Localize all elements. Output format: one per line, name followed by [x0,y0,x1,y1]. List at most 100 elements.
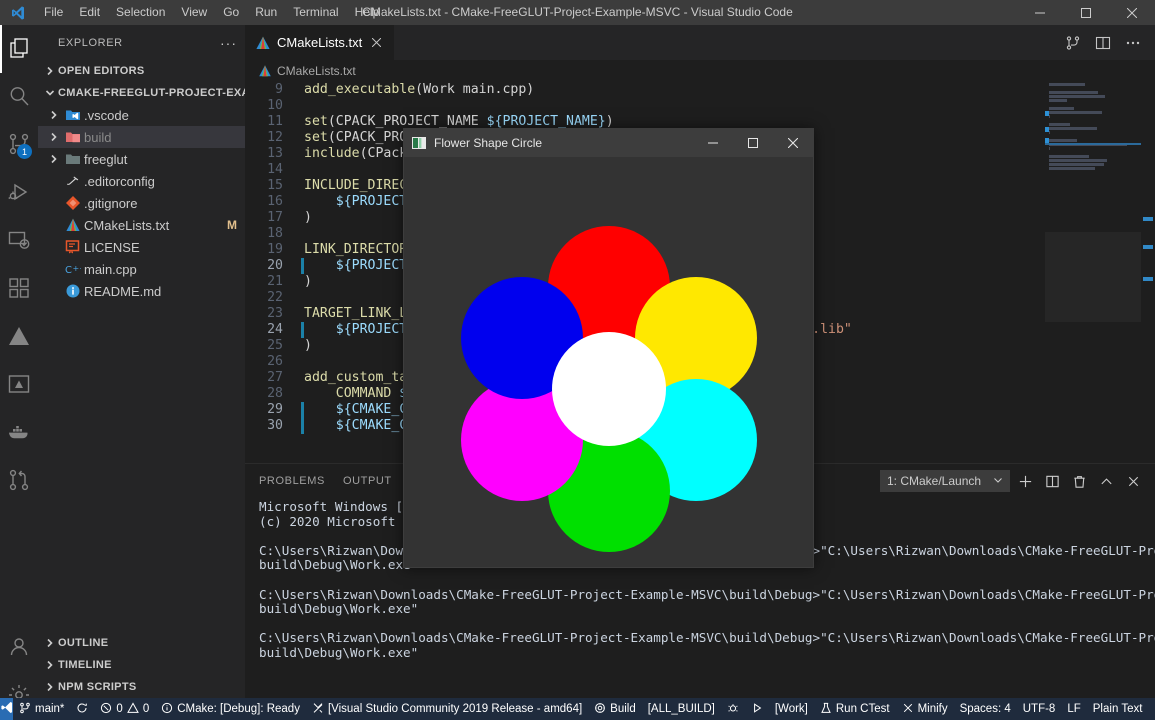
chevron-right-icon[interactable] [46,107,62,123]
tree-item-readme[interactable]: README.md [38,280,245,302]
project-root-label: CMAKE-FREEGLUT-PROJECT-EXAMPLE-MSVC [58,87,245,99]
status-branch[interactable]: main* [13,698,70,720]
tab-close-button[interactable] [368,35,384,51]
status-cmake-debug[interactable] [721,698,745,720]
remote-window-indicator[interactable] [0,698,13,720]
window-minimize-button[interactable] [1017,0,1063,25]
editorconfig-icon [62,173,84,189]
activity-item-explorer[interactable] [0,25,38,73]
split-editor-icon[interactable] [1089,29,1117,57]
chevron-right-icon[interactable] [46,129,62,145]
menu-terminal[interactable]: Terminal [285,0,346,25]
flower-shape-window[interactable]: Flower Shape Circle [403,128,814,568]
line-change-marker [301,98,304,114]
activity-item-accounts[interactable] [0,624,38,672]
status-run-ctest[interactable]: Run CTest [814,698,896,720]
status-cmake-build[interactable]: Build [588,698,642,720]
tree-item-vscode[interactable]: .vscode [38,104,245,126]
panel-tab-problems[interactable]: PROBLEMS [259,464,325,499]
flower-canvas[interactable] [404,157,813,567]
sidebar-more-actions[interactable]: ··· [220,35,237,51]
chevron-right-icon[interactable] [46,151,62,167]
tree-item-cmakelists[interactable]: CMakeLists.txt M [38,214,245,236]
line-number: 28 [245,386,301,402]
menu-bar[interactable]: File Edit Selection View Go Run Terminal… [36,0,387,25]
activity-item-test-explorer[interactable] [0,361,38,409]
panel-tab-output[interactable]: OUTPUT [343,464,392,499]
svg-text:++: ++ [73,264,82,273]
tab-cmakelists[interactable]: CMakeLists.txt [245,25,395,60]
activity-item-extensions[interactable] [0,265,38,313]
activity-item-remote-explorer[interactable] [0,217,38,265]
status-cmake-kit[interactable]: [Visual Studio Community 2019 Release - … [306,698,588,720]
split-terminal-button[interactable] [1040,469,1064,493]
window-close-button[interactable] [1109,0,1155,25]
status-launch-target[interactable]: [Work] [769,698,814,720]
info-icon [161,702,173,717]
status-go-live[interactable]: Go Live [1148,698,1155,720]
minimap-slider[interactable] [1045,232,1141,322]
minimap-line [1049,127,1097,130]
tree-item-license[interactable]: LICENSE [38,236,245,258]
tree-item-build[interactable]: build [38,126,245,148]
terminal-selector[interactable]: 1: CMake/Launch [880,470,1010,492]
menu-view[interactable]: View [173,0,215,25]
menu-run[interactable]: Run [247,0,285,25]
flower-window-controls [693,129,813,157]
activity-item-github-pull-requests[interactable] [0,457,38,505]
ellipsis-icon[interactable] [1119,29,1147,57]
window-maximize-button[interactable] [1063,0,1109,25]
activity-bar: 1 [0,25,38,720]
status-indentation[interactable]: Spaces: 4 [954,698,1017,720]
flower-close-button[interactable] [773,129,813,157]
kill-terminal-button[interactable] [1067,469,1091,493]
close-panel-button[interactable] [1121,469,1145,493]
activity-item-cmake-tools[interactable] [0,313,38,361]
remote-explorer-icon [7,228,31,255]
status-errors-warnings[interactable]: 0 0 [94,698,155,720]
status-language-mode[interactable]: Plain Text [1087,698,1149,720]
activity-item-run-and-debug[interactable] [0,169,38,217]
flower-maximize-button[interactable] [733,129,773,157]
menu-selection[interactable]: Selection [108,0,173,25]
tree-item-gitignore[interactable]: .gitignore [38,192,245,214]
menu-help[interactable]: Help [347,0,388,25]
sidebar-section-npm-scripts[interactable]: NPM SCRIPTS [38,676,245,698]
menu-file[interactable]: File [36,0,71,25]
status-minify[interactable]: Minify [896,698,954,720]
chevron-down-icon [993,474,1003,488]
open-editors-label: OPEN EDITORS [58,65,145,77]
sidebar-section-timeline[interactable]: TIMELINE [38,654,245,676]
source-control-icon [19,702,31,717]
sidebar-section-open-editors[interactable]: OPEN EDITORS [38,60,245,82]
menu-go[interactable]: Go [215,0,247,25]
license-icon [62,239,84,255]
minimap-line [1049,115,1050,118]
new-terminal-button[interactable] [1013,469,1037,493]
activity-item-search[interactable] [0,73,38,121]
breadcrumb[interactable]: CMakeLists.txt [245,60,1155,82]
sidebar-section-project-root[interactable]: CMAKE-FREEGLUT-PROJECT-EXAMPLE-MSVC [38,82,245,104]
status-cmake-state[interactable]: CMake: [Debug]: Ready [155,698,306,720]
status-eol[interactable]: LF [1061,698,1086,720]
menu-edit[interactable]: Edit [71,0,108,25]
status-encoding[interactable]: UTF-8 [1017,698,1062,720]
chevron-right-icon [42,635,58,651]
status-errors-count: 0 [116,703,122,715]
tree-item-freeglut[interactable]: freeglut [38,148,245,170]
activity-item-source-control[interactable]: 1 [0,121,38,169]
flower-minimize-button[interactable] [693,129,733,157]
sidebar-section-outline[interactable]: OUTLINE [38,632,245,654]
tree-item-editorconfig[interactable]: .editorconfig [38,170,245,192]
status-cmake-launch[interactable] [745,698,769,720]
status-encoding-label: UTF-8 [1023,703,1056,715]
status-sync[interactable] [70,698,94,720]
flower-window-title-bar[interactable]: Flower Shape Circle [404,129,813,157]
activity-item-docker[interactable] [0,409,38,457]
status-cmake-target[interactable]: [ALL_BUILD] [642,698,721,720]
editor-minimap[interactable] [1045,82,1141,463]
maximize-panel-button[interactable] [1094,469,1118,493]
run-task-icon[interactable] [1059,29,1087,57]
tree-item-main-cpp[interactable]: C++ main.cpp [38,258,245,280]
editor-scrollbar[interactable] [1141,82,1155,463]
